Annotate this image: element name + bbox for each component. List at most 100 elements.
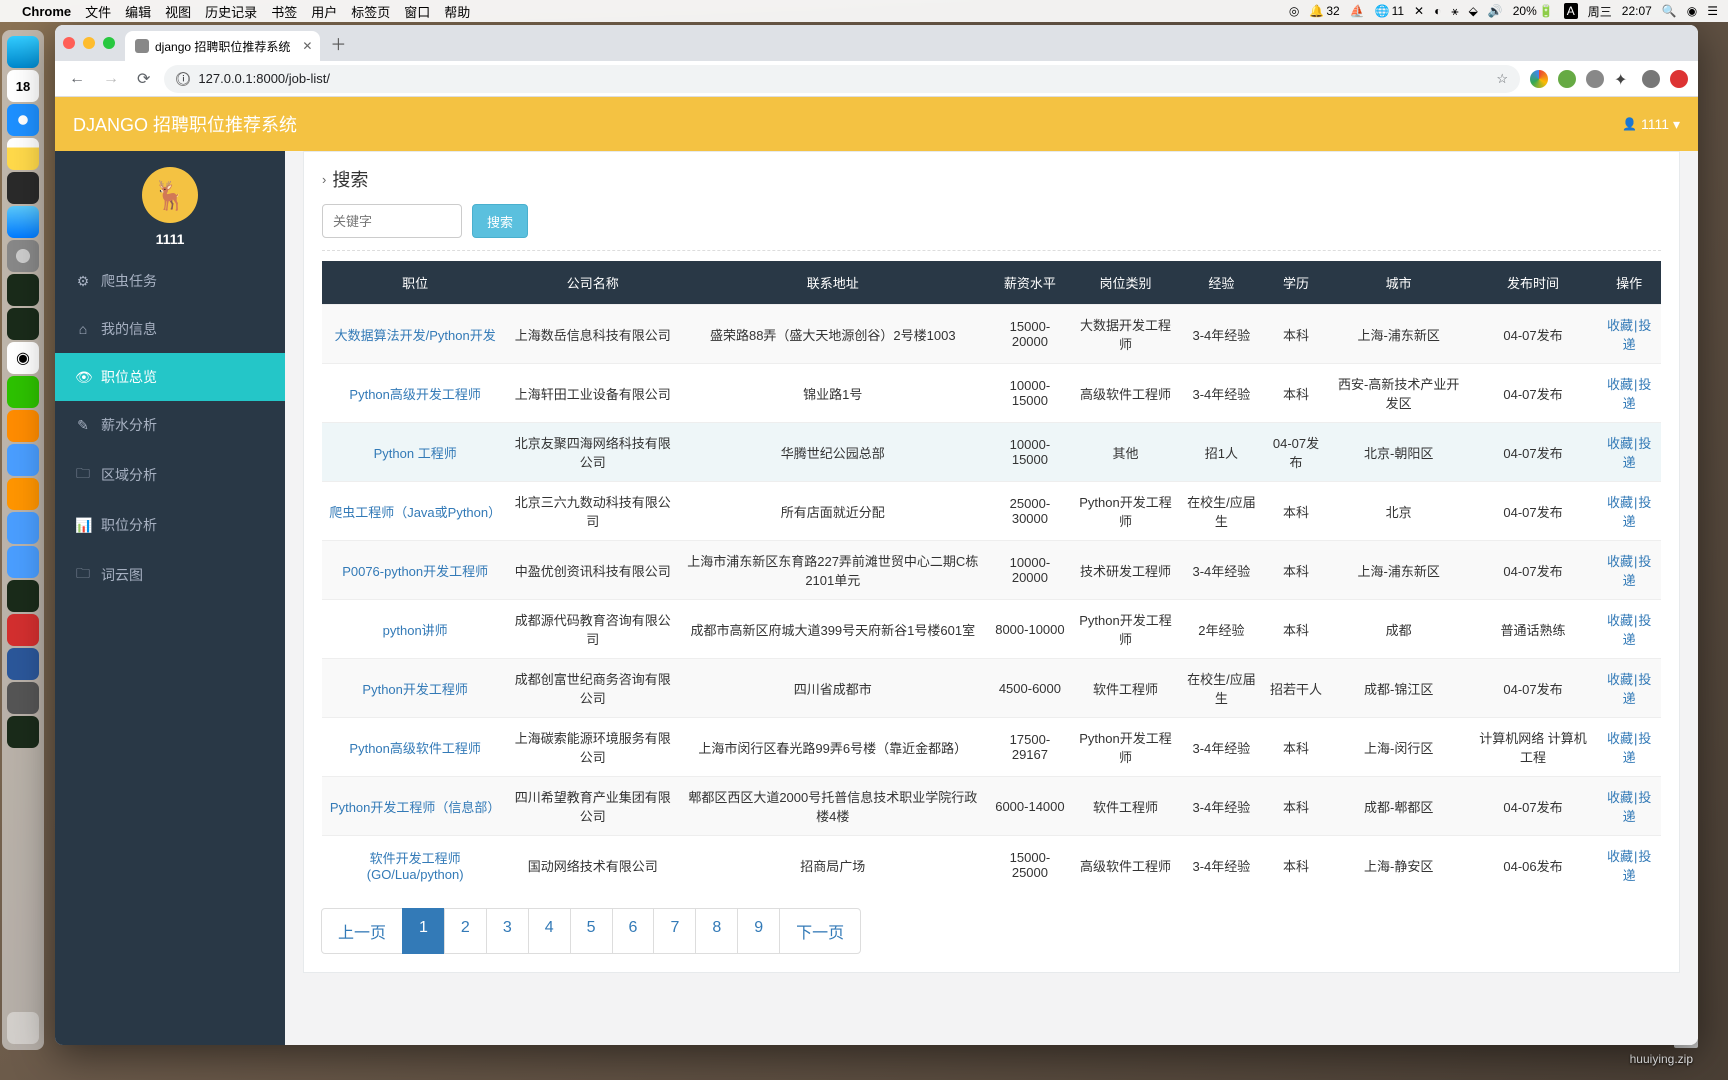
notif-icon[interactable]: 🔔32 [1309, 4, 1339, 18]
search-input[interactable] [322, 204, 462, 238]
fav-link[interactable]: 收藏 [1607, 495, 1633, 510]
spotlight-icon[interactable]: 🔍 [1662, 4, 1677, 18]
status-icon3[interactable]: 🌐11 [1375, 4, 1404, 18]
menu-icon[interactable]: ☰ [1707, 4, 1718, 18]
ext-icon[interactable] [1670, 70, 1688, 88]
ext-icon[interactable] [1530, 70, 1548, 88]
ext-icon[interactable] [1558, 70, 1576, 88]
dock-chrome[interactable]: ◉ [7, 342, 39, 374]
status-icon4[interactable]: ✕ [1414, 4, 1424, 18]
dock-notes[interactable] [7, 138, 39, 170]
fav-link[interactable]: 收藏 [1607, 849, 1633, 864]
bookmark-star-icon[interactable]: ☆ [1496, 71, 1508, 87]
dock-app4[interactable] [7, 546, 39, 578]
dock-app6[interactable] [7, 682, 39, 714]
dock-app2[interactable] [7, 444, 39, 476]
sidebar-item-5[interactable]: 📊职位分析 [55, 501, 285, 549]
page-prev[interactable]: 上一页 [321, 908, 403, 954]
status-icon2[interactable]: ⛵ [1350, 4, 1365, 18]
sidebar-item-3[interactable]: ✎薪水分析 [55, 401, 285, 449]
dock-trash[interactable] [7, 1012, 39, 1044]
page-next[interactable]: 下一页 [779, 908, 861, 954]
job-title-link[interactable]: Python高级软件工程师 [322, 718, 508, 777]
dock-calendar[interactable]: 18 [7, 70, 39, 102]
menu-user[interactable]: 用户 [311, 2, 337, 21]
fav-link[interactable]: 收藏 [1607, 377, 1633, 392]
dock-settings[interactable] [7, 240, 39, 272]
page-3[interactable]: 3 [486, 908, 529, 954]
page-6[interactable]: 6 [612, 908, 655, 954]
page-1[interactable]: 1 [402, 908, 445, 954]
dock-terminal[interactable] [7, 308, 39, 340]
dock-finder[interactable] [7, 36, 39, 68]
fav-link[interactable]: 收藏 [1607, 731, 1633, 746]
page-2[interactable]: 2 [444, 908, 487, 954]
sidebar-item-1[interactable]: ⌂我的信息 [55, 305, 285, 353]
browser-tab[interactable]: django 招聘职位推荐系统 ✕ [125, 31, 320, 61]
job-title-link[interactable]: Python 工程师 [322, 423, 508, 482]
job-title-link[interactable]: 爬虫工程师（Java或Python） [322, 482, 508, 541]
dock-app7[interactable] [7, 716, 39, 748]
menu-help[interactable]: 帮助 [444, 2, 470, 21]
job-title-link[interactable]: 软件开发工程师(GO/Lua/python) [322, 836, 508, 895]
menu-tabs[interactable]: 标签页 [351, 2, 390, 21]
menu-window[interactable]: 窗口 [404, 2, 430, 21]
menu-file[interactable]: 文件 [85, 2, 111, 21]
job-title-link[interactable]: 大数据算法开发/Python开发 [322, 305, 508, 364]
extensions-button[interactable]: ✦ [1614, 70, 1632, 88]
job-title-link[interactable]: Python高级开发工程师 [322, 364, 508, 423]
user-menu[interactable]: 1111 ▾ [1622, 116, 1680, 133]
dock-wechat[interactable] [7, 376, 39, 408]
menu-history[interactable]: 历史记录 [205, 2, 257, 21]
dock-app3[interactable] [7, 512, 39, 544]
forward-button[interactable]: → [99, 66, 123, 92]
ext-icon[interactable] [1586, 70, 1604, 88]
job-title-link[interactable]: python讲师 [322, 600, 508, 659]
status-icon5[interactable]: ◐ [1434, 4, 1441, 18]
bluetooth-icon[interactable]: ⚹ [1451, 4, 1458, 19]
address-bar[interactable]: ⓘ 127.0.0.1:8000/job-list/ ☆ [164, 65, 1520, 93]
search-heading[interactable]: › 搜索 [322, 166, 1661, 192]
dock-appstore[interactable] [7, 206, 39, 238]
site-info-icon[interactable]: ⓘ [176, 72, 190, 86]
page-8[interactable]: 8 [695, 908, 738, 954]
dock-pycharm[interactable] [7, 274, 39, 306]
job-title-link[interactable]: P0076-python开发工程师 [322, 541, 508, 600]
desktop-file-label[interactable]: huuiying.zip [1630, 1052, 1693, 1066]
fav-link[interactable]: 收藏 [1607, 436, 1633, 451]
job-title-link[interactable]: Python开发工程师（信息部） [322, 777, 508, 836]
status-icon[interactable]: ◎ [1289, 4, 1299, 18]
volume-icon[interactable]: 🔊 [1488, 4, 1503, 18]
page-5[interactable]: 5 [570, 908, 613, 954]
fav-link[interactable]: 收藏 [1607, 554, 1633, 569]
page-7[interactable]: 7 [653, 908, 696, 954]
dock-launchpad[interactable] [7, 172, 39, 204]
menu-view[interactable]: 视图 [165, 2, 191, 21]
fav-link[interactable]: 收藏 [1607, 672, 1633, 687]
sidebar-item-4[interactable]: 🗀区域分析 [55, 449, 285, 501]
fav-link[interactable]: 收藏 [1607, 613, 1633, 628]
menubar-app[interactable]: Chrome [22, 4, 71, 19]
close-window-button[interactable] [63, 37, 75, 49]
maximize-window-button[interactable] [103, 37, 115, 49]
tab-close-icon[interactable]: ✕ [302, 39, 312, 53]
dock-wps[interactable] [7, 614, 39, 646]
minimize-window-button[interactable] [83, 37, 95, 49]
wifi-icon[interactable]: ⬙ [1469, 4, 1478, 18]
sidebar-item-2[interactable]: 👁职位总览 [55, 353, 285, 401]
battery-status[interactable]: 20%🔋 [1513, 4, 1554, 18]
siri-icon[interactable]: ◉ [1687, 4, 1697, 18]
fav-link[interactable]: 收藏 [1607, 790, 1633, 805]
fav-link[interactable]: 收藏 [1607, 318, 1633, 333]
page-4[interactable]: 4 [528, 908, 571, 954]
dock-app1[interactable] [7, 410, 39, 442]
search-button[interactable]: 搜索 [472, 204, 528, 238]
page-9[interactable]: 9 [737, 908, 780, 954]
sidebar-item-0[interactable]: ⚙爬虫任务 [55, 257, 285, 305]
menu-edit[interactable]: 编辑 [125, 2, 151, 21]
job-title-link[interactable]: Python开发工程师 [322, 659, 508, 718]
menu-bookmarks[interactable]: 书签 [271, 2, 297, 21]
input-icon[interactable]: A [1564, 3, 1578, 19]
sidebar-item-6[interactable]: 🗀词云图 [55, 549, 285, 601]
back-button[interactable]: ← [65, 66, 89, 92]
